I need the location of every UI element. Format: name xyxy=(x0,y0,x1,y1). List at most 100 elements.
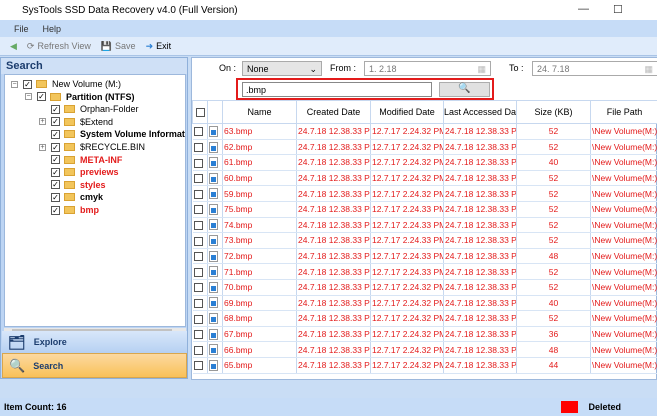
row-checkbox[interactable] xyxy=(193,267,203,277)
table-row[interactable]: 60.bmp 24.7.18 12.38.33 PM 12.7.17 2.24.32… xyxy=(192,170,657,187)
calendar-icon[interactable]: ▦ xyxy=(644,64,653,75)
table-row[interactable]: 75.bmp 24.7.18 12.38.33 PM 12.7.17 2.24.33… xyxy=(192,201,657,218)
tree-node[interactable]: ✓ Orphan-Folder xyxy=(39,103,139,115)
tree-node[interactable]: ✓ META-INF xyxy=(39,154,122,166)
tree-node[interactable]: ✓ System Volume Information xyxy=(39,128,185,140)
table-row[interactable]: 62.bmp 24.7.18 12.38.33 PM 12.7.17 2.24.32… xyxy=(192,139,657,156)
collapse-icon[interactable]: − xyxy=(11,80,18,88)
table-row[interactable]: 73.bmp 24.7.18 12.38.33 PM 12.7.17 2.24.33… xyxy=(192,232,657,249)
tree-node[interactable]: + ✓ $Extend xyxy=(39,116,113,128)
row-checkbox[interactable] xyxy=(193,174,203,184)
row-checkbox[interactable] xyxy=(193,220,203,230)
col-modified[interactable]: Modified Date xyxy=(370,100,444,124)
search-input[interactable] xyxy=(242,82,432,97)
table-row[interactable]: 74.bmp 24.7.18 12.38.33 PM 12.7.17 2.24.33… xyxy=(192,217,657,234)
table-row[interactable]: 66.bmp 24.7.18 12.38.33 PM 12.7.17 2.24.32… xyxy=(192,341,657,358)
col-created[interactable]: Created Date xyxy=(296,100,371,124)
tree-checkbox[interactable]: ✓ xyxy=(51,142,60,152)
row-checkbox-cell[interactable] xyxy=(192,217,208,234)
file-name: 72.bmp xyxy=(222,248,297,265)
nav-search[interactable]: 🔍 Search xyxy=(2,353,187,378)
tree-checkbox[interactable]: ✓ xyxy=(51,129,60,139)
row-checkbox[interactable] xyxy=(193,252,203,262)
row-checkbox[interactable] xyxy=(193,283,203,293)
tree-checkbox[interactable]: ✓ xyxy=(23,79,32,89)
search-button[interactable]: 🔍 xyxy=(439,82,490,97)
row-checkbox-cell[interactable] xyxy=(192,248,208,265)
row-checkbox[interactable] xyxy=(193,189,203,199)
table-row[interactable]: 61.bmp 24.7.18 12.38.33 PM 12.7.17 2.24.32… xyxy=(192,154,657,171)
row-checkbox[interactable] xyxy=(193,330,203,340)
to-date-picker[interactable]: 24. 7.18 ▦ xyxy=(532,61,657,76)
row-checkbox-cell[interactable] xyxy=(192,139,208,156)
row-checkbox[interactable] xyxy=(193,361,203,371)
tree-node[interactable]: ✓ previews xyxy=(39,166,119,178)
tree-node[interactable]: ✓ bmp xyxy=(39,204,99,216)
tree-node[interactable]: ✓ styles xyxy=(39,179,106,191)
tree-node[interactable]: − ✓ Partition (NTFS) xyxy=(25,91,135,103)
row-checkbox-cell[interactable] xyxy=(192,357,208,374)
maximize-button[interactable]: ☐ xyxy=(613,3,623,16)
table-row[interactable]: 69.bmp 24.7.18 12.38.33 PM 12.7.17 2.24.32… xyxy=(192,295,657,312)
expand-icon[interactable]: + xyxy=(39,143,46,151)
row-checkbox-cell[interactable] xyxy=(192,170,208,187)
back-icon[interactable]: ◀ xyxy=(10,41,17,52)
tree-checkbox[interactable]: ✓ xyxy=(37,92,46,102)
table-row[interactable]: 63.bmp 24.7.18 12.38.33 PM 12.7.17 2.24.32… xyxy=(192,123,657,140)
refresh-view-button[interactable]: ⟳ Refresh View xyxy=(27,41,91,52)
calendar-icon[interactable]: ▦ xyxy=(477,64,486,75)
col-name[interactable]: Name xyxy=(222,100,297,124)
tree-checkbox[interactable]: ✓ xyxy=(51,205,60,215)
table-row[interactable]: 71.bmp 24.7.18 12.38.33 PM 12.7.17 2.24.33… xyxy=(192,263,657,280)
menu-file[interactable]: File xyxy=(14,24,29,34)
row-checkbox-cell[interactable] xyxy=(192,295,208,312)
tree-checkbox[interactable]: ✓ xyxy=(51,155,60,165)
row-checkbox[interactable] xyxy=(193,314,203,324)
table-row[interactable]: 67.bmp 24.7.18 12.38.33 PM 12.7.17 2.24.32… xyxy=(192,326,657,343)
row-checkbox-cell[interactable] xyxy=(192,263,208,280)
tree-checkbox[interactable]: ✓ xyxy=(51,117,60,127)
row-checkbox[interactable] xyxy=(193,298,203,308)
col-path[interactable]: File Path xyxy=(590,100,657,124)
minimize-button[interactable]: — xyxy=(578,3,589,15)
row-checkbox[interactable] xyxy=(193,158,203,168)
row-checkbox[interactable] xyxy=(193,205,203,215)
save-button[interactable]: 💾 Save xyxy=(101,41,136,52)
row-checkbox-cell[interactable] xyxy=(192,326,208,343)
exit-button[interactable]: ➜ Exit xyxy=(146,41,172,52)
col-size[interactable]: Size (KB) xyxy=(516,100,591,124)
row-checkbox-cell[interactable] xyxy=(192,201,208,218)
tree-node[interactable]: ✓ cmyk xyxy=(39,191,103,203)
nav-explore[interactable]: 🗂 Explore xyxy=(2,331,187,353)
expand-icon[interactable]: + xyxy=(39,118,46,126)
menu-help[interactable]: Help xyxy=(43,24,62,34)
tree-node[interactable]: + ✓ $RECYCLE.BIN xyxy=(39,141,145,153)
table-row[interactable]: 68.bmp 24.7.18 12.38.33 PM 12.7.17 2.24.32… xyxy=(192,310,657,327)
tree-node[interactable]: − ✓ New Volume (M:) xyxy=(11,78,121,90)
on-dropdown[interactable]: None ⌄ xyxy=(242,61,322,76)
row-checkbox[interactable] xyxy=(193,143,203,153)
table-row[interactable]: 65.bmp 24.7.18 12.38.33 PM 12.7.17 2.24.32… xyxy=(192,357,657,374)
row-checkbox[interactable] xyxy=(193,127,203,137)
table-row[interactable]: 72.bmp 24.7.18 12.38.33 PM 12.7.17 2.24.33… xyxy=(192,248,657,265)
row-checkbox[interactable] xyxy=(193,345,203,355)
table-row[interactable]: 70.bmp 24.7.18 12.38.33 PM 12.7.17 2.24.32… xyxy=(192,279,657,296)
row-checkbox-cell[interactable] xyxy=(192,279,208,296)
select-all-header[interactable] xyxy=(192,100,208,124)
from-date-picker[interactable]: 1. 2.18 ▦ xyxy=(364,61,491,76)
row-checkbox-cell[interactable] xyxy=(192,310,208,327)
row-checkbox-cell[interactable] xyxy=(192,185,208,202)
tree-checkbox[interactable]: ✓ xyxy=(51,167,60,177)
tree-checkbox[interactable]: ✓ xyxy=(51,104,60,114)
tree-checkbox[interactable]: ✓ xyxy=(51,180,60,190)
row-checkbox-cell[interactable] xyxy=(192,123,208,140)
row-checkbox[interactable] xyxy=(193,236,203,246)
col-accessed[interactable]: Last Accessed Da xyxy=(443,100,517,124)
row-checkbox-cell[interactable] xyxy=(192,232,208,249)
row-checkbox-cell[interactable] xyxy=(192,341,208,358)
row-checkbox-cell[interactable] xyxy=(192,154,208,171)
select-all-checkbox[interactable] xyxy=(195,108,205,118)
table-row[interactable]: 59.bmp 24.7.18 12.38.33 PM 12.7.17 2.24.32… xyxy=(192,185,657,202)
tree-checkbox[interactable]: ✓ xyxy=(51,192,60,202)
collapse-icon[interactable]: − xyxy=(25,93,32,101)
